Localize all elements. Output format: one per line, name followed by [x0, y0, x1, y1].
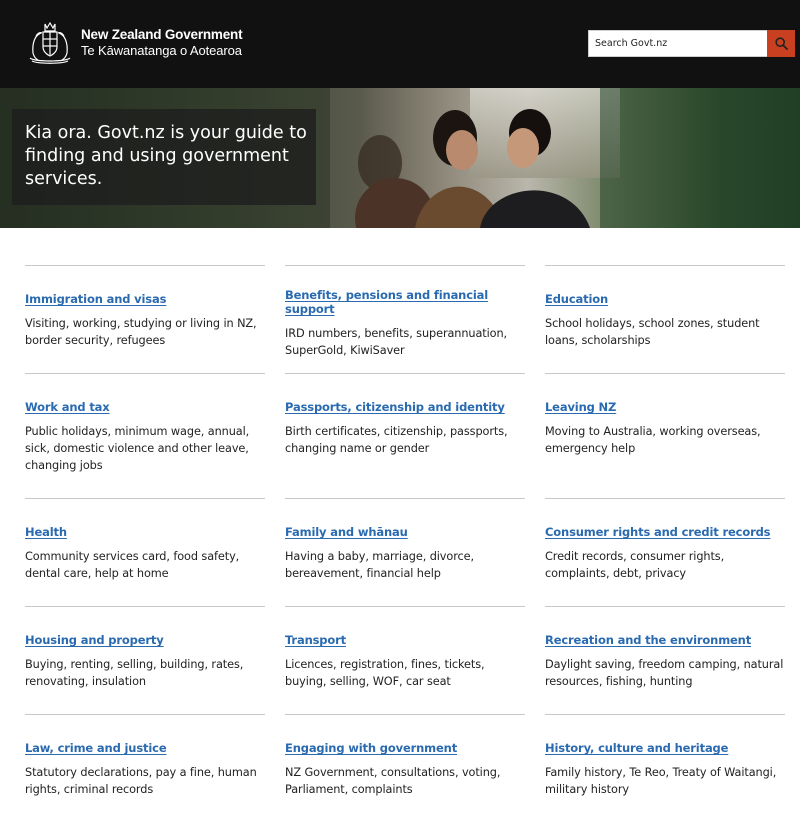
category-card: Housing and property Buying, renting, se…: [25, 606, 265, 714]
category-card: Leaving NZ Moving to Australia, working …: [545, 373, 785, 498]
category-link[interactable]: History, culture and heritage: [545, 741, 728, 755]
category-description: Buying, renting, selling, building, rate…: [25, 658, 244, 688]
category-card: Immigration and visas Visiting, working,…: [25, 265, 265, 373]
category-description: Public holidays, minimum wage, annual, s…: [25, 425, 250, 472]
category-description: Birth certificates, citizenship, passpor…: [285, 425, 508, 455]
category-card: Passports, citizenship and identity Birt…: [285, 373, 525, 498]
category-card: Family and whānau Having a baby, marriag…: [285, 498, 525, 606]
category-description: Family history, Te Reo, Treaty of Waitan…: [545, 766, 777, 796]
category-description: NZ Government, consultations, voting, Pa…: [285, 766, 501, 796]
category-link[interactable]: Passports, citizenship and identity: [285, 400, 505, 414]
category-link[interactable]: Education: [545, 292, 608, 306]
search-icon: [774, 37, 788, 50]
category-link[interactable]: Consumer rights and credit records: [545, 525, 771, 539]
category-card: Engaging with government NZ Government, …: [285, 714, 525, 822]
hero-heading: Kia ora. Govt.nz is your guide to findin…: [25, 123, 307, 189]
category-link[interactable]: Housing and property: [25, 633, 164, 647]
category-description: Having a baby, marriage, divorce, bereav…: [285, 550, 474, 580]
category-card: Education School holidays, school zones,…: [545, 265, 785, 373]
govt-logo[interactable]: New Zealand Government Te Kāwanatanga o …: [24, 18, 243, 68]
category-link[interactable]: Transport: [285, 633, 346, 647]
search-form: [588, 30, 795, 57]
category-description: IRD numbers, benefits, superannuation, S…: [285, 327, 508, 357]
category-link[interactable]: Recreation and the environment: [545, 633, 751, 647]
hero-text-box: Kia ora. Govt.nz is your guide to findin…: [12, 109, 316, 205]
category-description: Community services card, food safety, de…: [25, 550, 240, 580]
category-link[interactable]: Leaving NZ: [545, 400, 616, 414]
category-description: Licences, registration, fines, tickets, …: [285, 658, 485, 688]
category-description: Visiting, working, studying or living in…: [25, 317, 257, 347]
category-description: Daylight saving, freedom camping, natura…: [545, 658, 784, 688]
category-description: Statutory declarations, pay a fine, huma…: [25, 766, 257, 796]
site-header: New Zealand Government Te Kāwanatanga o …: [0, 0, 800, 88]
category-description: Moving to Australia, working overseas, e…: [545, 425, 761, 455]
coat-of-arms-icon: [29, 21, 71, 64]
category-card: Transport Licences, registration, fines,…: [285, 606, 525, 714]
category-card: Health Community services card, food saf…: [25, 498, 265, 606]
category-description: Credit records, consumer rights, complai…: [545, 550, 725, 580]
category-description: School holidays, school zones, student l…: [545, 317, 760, 347]
category-link[interactable]: Law, crime and justice: [25, 741, 167, 755]
search-input[interactable]: [588, 30, 767, 57]
category-link[interactable]: Benefits, pensions and financial support: [285, 288, 525, 316]
category-link[interactable]: Engaging with government: [285, 741, 457, 755]
category-card: Law, crime and justice Statutory declara…: [25, 714, 265, 822]
category-card: Consumer rights and credit records Credi…: [545, 498, 785, 606]
category-card: Recreation and the environment Daylight …: [545, 606, 785, 714]
category-link[interactable]: Family and whānau: [285, 525, 408, 539]
category-link[interactable]: Immigration and visas: [25, 292, 166, 306]
logo-title: New Zealand Government: [81, 27, 243, 42]
category-card: History, culture and heritage Family his…: [545, 714, 785, 822]
category-card: Benefits, pensions and financial support…: [285, 265, 525, 373]
category-link[interactable]: Work and tax: [25, 400, 110, 414]
hero-banner: Kia ora. Govt.nz is your guide to findin…: [0, 88, 800, 228]
category-link[interactable]: Health: [25, 525, 67, 539]
search-button[interactable]: [767, 30, 795, 57]
category-card: Work and tax Public holidays, minimum wa…: [25, 373, 265, 498]
logo-subtitle: Te Kāwanatanga o Aotearoa: [81, 43, 242, 58]
category-grid: Immigration and visas Visiting, working,…: [25, 265, 785, 822]
